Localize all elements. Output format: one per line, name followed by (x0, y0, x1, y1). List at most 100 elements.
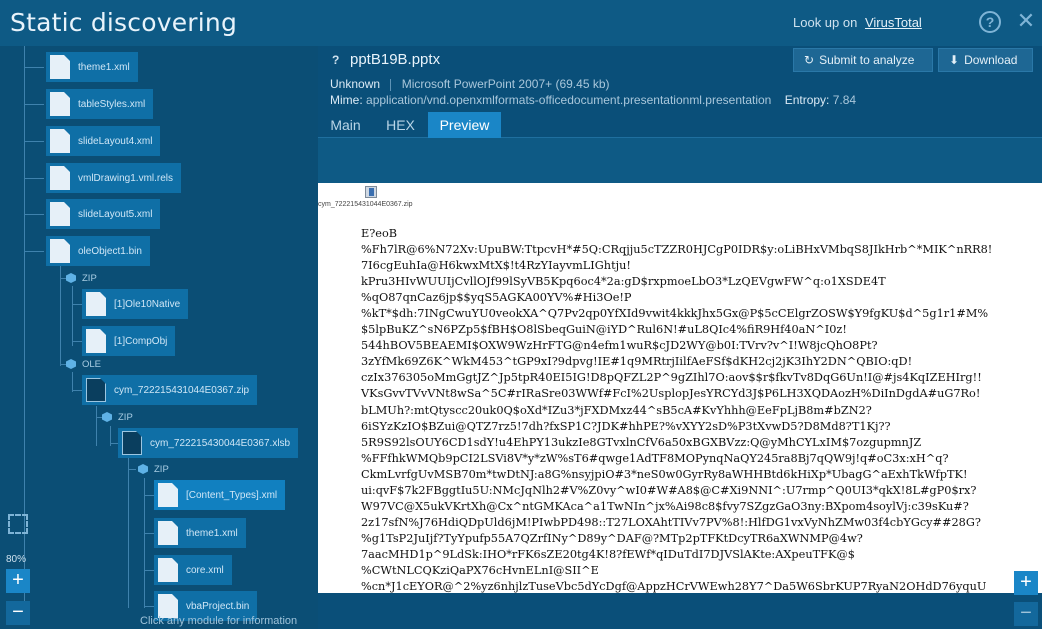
tree-node-label: [1]Ole10Native (114, 298, 181, 310)
tab-preview[interactable]: Preview (428, 112, 501, 138)
tree-node-label: slideLayout4.xml (78, 135, 153, 147)
file-icon (158, 521, 178, 545)
type-node-zip: ZIP (102, 409, 133, 425)
mime-label: Mime: (330, 93, 363, 107)
tree-node[interactable]: [1]CompObj (82, 326, 176, 356)
tree-node[interactable]: [1]Ole10Native (82, 289, 189, 319)
preview-line: 2z17sfN%J76HdiQDpUld6jM!PIwbPD498::T27LO… (361, 515, 981, 529)
file-icon (86, 292, 106, 316)
preview-line: CkmLvrfgUvMSB70m*twDtNJ:a8G%nsyjpiO#3*ne… (361, 467, 968, 481)
download-button[interactable]: ⬇ Download (938, 48, 1033, 72)
tree-node-label: cym_722215431044E0367.zip (114, 384, 250, 396)
help-icon[interactable]: ? (979, 11, 1001, 33)
tree-node[interactable]: slideLayout4.xml (46, 126, 161, 156)
type-node-zip: ZIP (66, 270, 97, 286)
preview-line: %FFfhkWMQb9pCI2LSVi8V*y*zW%sT6#qwge1AdTF… (361, 451, 949, 465)
preview-line: 7I6cgEuhIa@H6kwxMtX$!t4RzYIayvmLIGhtju! (361, 259, 631, 273)
type-label: OLE (82, 358, 102, 370)
file-icon (50, 202, 70, 226)
type-label: ZIP (82, 272, 97, 284)
preview-zoom-in-button[interactable]: + (1014, 571, 1038, 595)
tab-main[interactable]: Main (318, 112, 373, 138)
zoom-in-button[interactable]: + (6, 569, 30, 593)
file-icon (50, 239, 70, 263)
preview-text: E?eoB %Fh7lR@6%N72Xv:UpuBW:TtpcvH*#5Q:CRq… (361, 226, 1021, 593)
tree-node[interactable]: theme1.xml (46, 52, 138, 82)
file-icon (158, 483, 178, 507)
unknown-type-icon: ? (332, 53, 340, 67)
file-mime: Mime: application/vnd.openxmlformats-off… (330, 93, 856, 107)
tree-node[interactable]: core.xml (154, 555, 232, 585)
cube-icon (66, 359, 76, 369)
tree-node[interactable]: cym_722215430044E0367.xlsb (118, 428, 299, 458)
zip-file-icon (365, 186, 377, 198)
file-format: Microsoft PowerPoint 2007+ (69.45 kb) (401, 77, 610, 91)
mime-value: application/vnd.openxmlformats-officedoc… (366, 93, 772, 107)
module-tree[interactable]: theme1.xml tableStyles.xml slideLayout4.… (0, 46, 318, 629)
tree-hint: Click any module for information (140, 615, 298, 627)
file-meta: Unknown Microsoft PowerPoint 2007+ (69.4… (330, 77, 610, 91)
preview-pane[interactable]: cym_722215431044E0367.zip E?eoB %Fh7lR@6%… (318, 183, 1042, 593)
tree-node-label: core.xml (186, 564, 224, 576)
tree-node[interactable]: oleObject1.bin (46, 236, 150, 266)
tree-node[interactable]: vmlDrawing1.vml.rels (46, 163, 182, 193)
preview-line: ui:qvF$7k2FBggtIu5U:NMcJqNlh2#V%Z0vy^wI0… (361, 483, 977, 497)
spreadsheet-file-icon (122, 431, 142, 455)
preview-zoom-out-button[interactable]: − (1014, 602, 1038, 626)
entropy-label: Entropy: (784, 93, 830, 107)
file-icon (50, 92, 70, 116)
tree-node[interactable]: [Content_Types].xml (154, 480, 286, 510)
archive-file-icon (86, 378, 106, 402)
preview-line: 5R9S92lsOUY6CD1sdY!u4EhPY13ukzIe8GTvxlnC… (361, 435, 922, 449)
tree-node-label: tableStyles.xml (78, 98, 146, 110)
preview-line: kPru3HIvWUUIjCvllOJf99lSyVB5Kpq6oc4*2a:g… (361, 275, 886, 289)
tree-node-label: oleObject1.bin (78, 245, 142, 257)
virustotal-link[interactable]: VirusTotal (865, 15, 922, 30)
preview-line: VKsGvvTVvVNt8wSa^5C#rIRaSre03WWf#FcI%2Us… (361, 387, 981, 401)
download-icon: ⬇ (949, 53, 960, 67)
preview-line: %kT*$dh:7INgCwuYU0veokXA^Q7Pv2qp0YfXId9v… (361, 307, 989, 321)
preview-line: %qO87qnCaz6jp$$yqS5AGKA00YV%#Hi3Oe!P (361, 291, 632, 305)
tree-node-label: [1]CompObj (114, 335, 168, 347)
tree-node-label: cym_722215430044E0367.xlsb (150, 437, 291, 449)
cube-icon (138, 464, 148, 474)
tree-node[interactable]: theme1.xml (154, 518, 246, 548)
tree-node[interactable]: slideLayout5.xml (46, 199, 161, 229)
preview-toolbar (318, 138, 1042, 183)
fit-screen-icon[interactable] (8, 514, 28, 534)
preview-line: %Fh7lR@6%N72Xv:UpuBW:TtpcvH*#5Q:CRqjju5c… (361, 243, 993, 257)
detail-tabs: Main HEX Preview (318, 112, 1042, 138)
file-icon (50, 55, 70, 79)
preview-line: $5lpBuKZ^sN6PZp5$fBH$O8lSbeqGuiN@iYD^Rul… (361, 323, 847, 337)
verdict: Unknown (330, 77, 381, 91)
zoom-level: 80% (6, 554, 27, 565)
preview-line: bLMUh?:mtQtyscc20uk0Q$oXd*IZu3*jFXDMxz44… (361, 403, 872, 417)
file-icon (50, 129, 70, 153)
tree-node-label: slideLayout5.xml (78, 208, 153, 220)
file-info: ? pptB19B.pptx ↻ Submit to analyze ⬇ Dow… (318, 46, 1042, 112)
embedded-file-name: cym_722215431044E0367.zip (318, 201, 413, 208)
tree-node-label: theme1.xml (78, 61, 130, 73)
tree-node-label: vmlDrawing1.vml.rels (78, 172, 174, 184)
type-node-zip: ZIP (138, 461, 169, 477)
preview-line: 3zYfMk69Z6K^WkM453^tGP9xI?9dpvg!IE#1q9MR… (361, 355, 913, 369)
preview-line: 544hBOV5BEAEMI$OXW9WzHrFTG@n4efm1wuR$cJD… (361, 339, 878, 353)
file-icon (50, 166, 70, 190)
submit-label: Submit to analyze (819, 53, 915, 67)
close-icon[interactable]: ✕ (1016, 10, 1036, 32)
cube-icon (66, 273, 76, 283)
tree-node[interactable]: cym_722215431044E0367.zip (82, 375, 258, 405)
tree-node-label: theme1.xml (186, 527, 238, 539)
tree-node-label: [Content_Types].xml (186, 489, 278, 501)
submit-to-analyze-button[interactable]: ↻ Submit to analyze (793, 48, 933, 72)
tree-node-label: vbaProject.bin (186, 600, 250, 612)
zoom-out-button[interactable]: − (6, 601, 30, 625)
tab-hex[interactable]: HEX (373, 112, 428, 138)
entropy-value: 7.84 (832, 93, 857, 107)
preview-line: 7aacMHD1p^9LdSk:IHO*rFK6sZE20tg4K!8?fEWf… (361, 547, 855, 561)
tree-node[interactable]: tableStyles.xml (46, 89, 154, 119)
details-panel: ? pptB19B.pptx ↻ Submit to analyze ⬇ Dow… (318, 46, 1042, 629)
divider (390, 78, 392, 91)
preview-line: 6iSYzKzIO$BZui@QTZ7rz5!7dh?fxSP1C?JDK#hh… (361, 419, 891, 433)
app-title: Static discovering (10, 8, 238, 37)
